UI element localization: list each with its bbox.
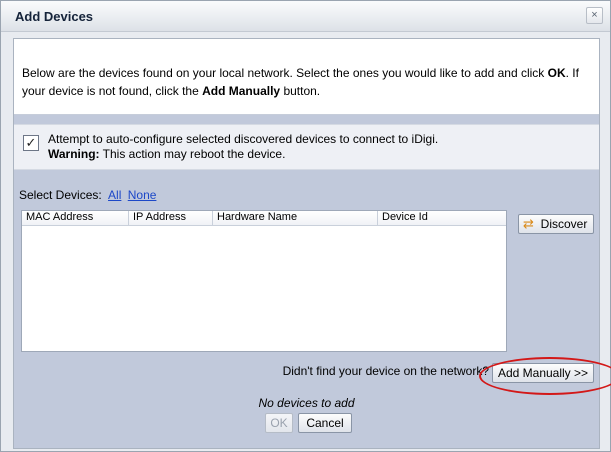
column-header-mac[interactable]: MAC Address (22, 211, 129, 225)
discover-button[interactable]: ⇄ Discover (518, 214, 594, 234)
column-header-device-id[interactable]: Device Id (378, 211, 506, 225)
column-header-hardware[interactable]: Hardware Name (213, 211, 378, 225)
not-found-text: Didn't find your device on the network? (282, 364, 489, 378)
auto-configure-checkbox[interactable]: ✓ (23, 135, 39, 151)
cancel-button[interactable]: Cancel (298, 413, 352, 433)
dialog-titlebar: Add Devices × (1, 1, 610, 32)
grid-header: MAC Address IP Address Hardware Name Dev… (22, 211, 506, 226)
column-header-ip[interactable]: IP Address (129, 211, 213, 225)
select-devices-label: Select Devices: (19, 188, 102, 202)
intro-panel: Below are the devices found on your loca… (14, 39, 599, 115)
devices-grid[interactable]: MAC Address IP Address Hardware Name Dev… (21, 210, 507, 352)
dialog-body: Below are the devices found on your loca… (13, 38, 611, 449)
warning-text: Warning: This action may reboot the devi… (48, 147, 286, 161)
auto-configure-label: Attempt to auto-configure selected disco… (48, 132, 439, 146)
add-devices-dialog: Add Devices × Below are the devices foun… (0, 0, 611, 452)
intro-text: Below are the devices found on your loca… (22, 66, 579, 98)
select-none-link[interactable]: None (128, 188, 157, 202)
ok-button[interactable]: OK (265, 413, 293, 433)
close-icon[interactable]: × (586, 7, 603, 24)
select-all-link[interactable]: All (108, 188, 121, 202)
discover-icon: ⇄ (523, 216, 534, 231)
select-devices: Select Devices: All None (19, 188, 156, 202)
dialog-title: Add Devices (15, 9, 94, 24)
status-text: No devices to add (258, 396, 355, 410)
highlight-ring (479, 357, 611, 395)
discover-label: Discover (540, 217, 588, 231)
auto-configure-panel: ✓ Attempt to auto-configure selected dis… (14, 124, 599, 170)
